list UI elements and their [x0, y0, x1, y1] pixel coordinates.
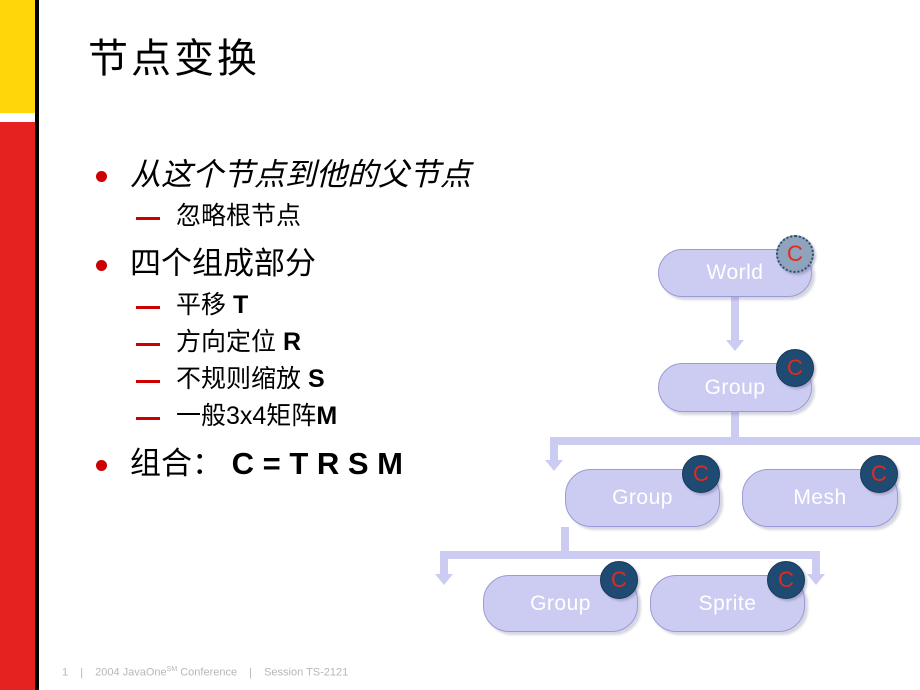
- bullet-symbol: R: [282, 328, 302, 356]
- badge-letter: C: [611, 567, 627, 592]
- badge-letter: C: [787, 355, 803, 380]
- connector-group1-bus: [550, 437, 920, 445]
- bullet-text: 不规则缩放: [176, 365, 308, 393]
- page-title: 节点变换: [88, 37, 260, 81]
- scene-graph-diagram: World C Group C Group C Mesh C Group C S…: [435, 230, 920, 650]
- arrow-head-icon: [435, 574, 453, 585]
- session-id: Session TS-2121: [264, 666, 349, 679]
- bullet-text: 从这个节点到他的父节点: [130, 157, 471, 192]
- node-group2-badge[interactable]: C: [682, 455, 720, 493]
- accent-bar-red: [0, 122, 35, 690]
- node-sprite-badge[interactable]: C: [767, 561, 805, 599]
- dash-bullet-icon: [136, 417, 160, 420]
- arrow-head-icon: [726, 340, 744, 351]
- bullet-text: 忽略根节点: [176, 202, 302, 230]
- bullet-level1: 从这个节点到他的父节点: [88, 152, 558, 198]
- bullet-text: 四个组成部分: [130, 246, 316, 281]
- slide-footer: 1 | 2004 JavaOneSM Conference | Session …: [62, 666, 348, 679]
- connector-group1-group2: [550, 437, 558, 460]
- dash-bullet-icon: [136, 217, 160, 220]
- bullet-text: 平移: [176, 291, 233, 319]
- badge-letter: C: [778, 567, 794, 592]
- accent-bar-yellow: [0, 0, 35, 113]
- arrow-head-icon: [807, 574, 825, 585]
- bullet-text: 组合：: [130, 446, 223, 481]
- node-world-badge[interactable]: C: [776, 235, 814, 273]
- badge-letter: C: [871, 461, 887, 486]
- node-group1-badge[interactable]: C: [776, 349, 814, 387]
- bullet-symbol: S: [307, 365, 325, 393]
- footer-separator: |: [80, 666, 84, 679]
- connector-group1-stem: [731, 412, 739, 437]
- service-mark: SM: [166, 666, 178, 673]
- conference-name-tail: Conference: [177, 666, 238, 679]
- bullet-symbol: M: [316, 402, 338, 430]
- conference-name: 2004 JavaOne: [95, 666, 167, 679]
- bullet-dot-icon: [96, 460, 107, 471]
- dash-bullet-icon: [136, 380, 160, 383]
- arrow-head-icon: [545, 460, 563, 471]
- badge-letter: C: [787, 241, 803, 266]
- connector-world-group1: [731, 297, 739, 340]
- page-number: 1: [62, 666, 69, 679]
- dash-bullet-icon: [136, 306, 160, 309]
- badge-letter: C: [693, 461, 709, 486]
- connector-group2-sprite: [812, 551, 820, 574]
- bullet-dot-icon: [96, 171, 107, 182]
- connector-group2-stem: [561, 527, 569, 551]
- bullet-dot-icon: [96, 260, 107, 271]
- connector-group2-bus: [440, 551, 820, 559]
- connector-group2-group3: [440, 551, 448, 574]
- bullet-text: 一般3x4矩阵: [176, 402, 317, 430]
- node-group3-badge[interactable]: C: [600, 561, 638, 599]
- bullet-formula: C = T R S M: [223, 446, 403, 481]
- dash-bullet-icon: [136, 343, 160, 346]
- node-mesh-badge[interactable]: C: [860, 455, 898, 493]
- accent-bar-black: [35, 0, 39, 690]
- bullet-text: 方向定位: [176, 328, 283, 356]
- slide-canvas: 节点变换 从这个节点到他的父节点 忽略根节点 四个组成部分 平移 T 方向定位 …: [0, 0, 920, 690]
- footer-separator: |: [249, 666, 253, 679]
- bullet-symbol: T: [232, 291, 249, 319]
